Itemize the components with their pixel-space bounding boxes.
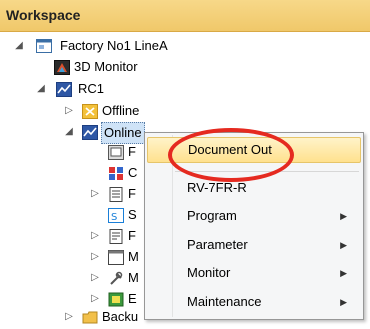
tree-item-rc1[interactable]: ◢ RC1 (0, 79, 200, 101)
tree-label-child-7: M (128, 270, 139, 285)
tree-label-child-6: M (128, 249, 139, 264)
program-list-icon (108, 186, 124, 202)
collapsed-toggle-icon[interactable]: ▷ (64, 312, 74, 322)
monitor-window-icon (108, 249, 124, 265)
submenu-arrow-icon: ▶ (340, 240, 347, 250)
tree-item-3d-monitor[interactable]: 3D Monitor (0, 57, 200, 79)
collapsed-toggle-icon[interactable]: ▷ (90, 231, 100, 241)
submenu-arrow-icon: ▶ (340, 268, 347, 278)
menu-item-label: Monitor (187, 265, 231, 280)
menu-item-program[interactable]: Program ▶ (147, 203, 361, 229)
menu-item-parameter[interactable]: Parameter ▶ (147, 232, 361, 258)
tree-item-child-4[interactable]: S S (0, 205, 144, 227)
collapsed-toggle-icon[interactable]: ▷ (64, 106, 74, 116)
tree-label-child-5: F (128, 228, 136, 243)
annotation-circle (168, 128, 294, 182)
tree-label-child-4: S (128, 207, 137, 222)
tree-label-factory: Factory No1 LineA (60, 38, 168, 53)
tree-item-child-1[interactable]: F (0, 142, 144, 164)
menu-item-label: RV-7FR-R (187, 180, 247, 195)
tree-item-child-3[interactable]: ▷ F (0, 184, 144, 206)
tree-item-child-6[interactable]: ▷ M (0, 247, 144, 269)
tree-label-3d-monitor: 3D Monitor (74, 59, 138, 74)
parameter-list-icon (108, 228, 124, 244)
panel-title: Workspace (6, 7, 81, 23)
menu-item-label: Parameter (187, 237, 248, 252)
tree-label-rc1: RC1 (78, 81, 105, 96)
maintenance-tools-icon (108, 270, 124, 286)
collapsed-toggle-icon[interactable]: ▷ (90, 252, 100, 262)
collapsed-toggle-icon[interactable]: ▷ (90, 273, 100, 283)
online-icon (82, 124, 98, 140)
tree-label-child-2: C (128, 165, 138, 180)
expanded-toggle-icon[interactable]: ◢ (36, 84, 46, 94)
submenu-arrow-icon: ▶ (340, 297, 347, 307)
tree-label-backup: Backu (102, 309, 139, 324)
workspace-panel-header: Workspace (0, 0, 370, 32)
menu-item-label: Maintenance (187, 294, 262, 309)
tree-item-offline[interactable]: ▷ Offline (0, 101, 200, 123)
tree-item-factory[interactable]: ◢ Factory No1 LineA (0, 36, 200, 58)
tree-item-child-7[interactable]: ▷ M (0, 268, 144, 290)
grid-icon (108, 165, 124, 181)
tree-label-offline: Offline (102, 103, 140, 118)
svg-text:S: S (111, 212, 117, 223)
offline-icon (82, 103, 98, 119)
tree-item-child-2[interactable]: C (0, 163, 144, 185)
expanded-toggle-icon[interactable]: ◢ (64, 127, 74, 137)
menu-item-maintenance[interactable]: Maintenance ▶ (147, 289, 361, 315)
menu-item-monitor[interactable]: Monitor ▶ (147, 260, 361, 286)
workspace-window-icon (36, 38, 52, 54)
board-chip-icon (108, 291, 124, 307)
tree-item-child-5[interactable]: ▷ F (0, 226, 144, 248)
backup-folder-icon (82, 309, 98, 325)
tree-label-online: Online (101, 122, 145, 144)
collapsed-toggle-icon[interactable]: ▷ (90, 294, 100, 304)
robot-controller-icon (56, 81, 72, 97)
tree-label-child-3: F (128, 186, 136, 201)
menu-item-label: Program (187, 208, 237, 223)
submenu-arrow-icon: ▶ (340, 211, 347, 221)
tree-item-backup[interactable]: ▷ Backu (0, 307, 144, 329)
signal-icon: S (108, 207, 124, 223)
folder-window-icon (108, 144, 124, 160)
3d-monitor-icon (54, 59, 70, 75)
expanded-toggle-icon[interactable]: ◢ (14, 41, 24, 51)
collapsed-toggle-icon[interactable]: ▷ (90, 189, 100, 199)
tree-label-child-8: E (128, 291, 137, 306)
tree-label-child-1: F (128, 144, 136, 159)
